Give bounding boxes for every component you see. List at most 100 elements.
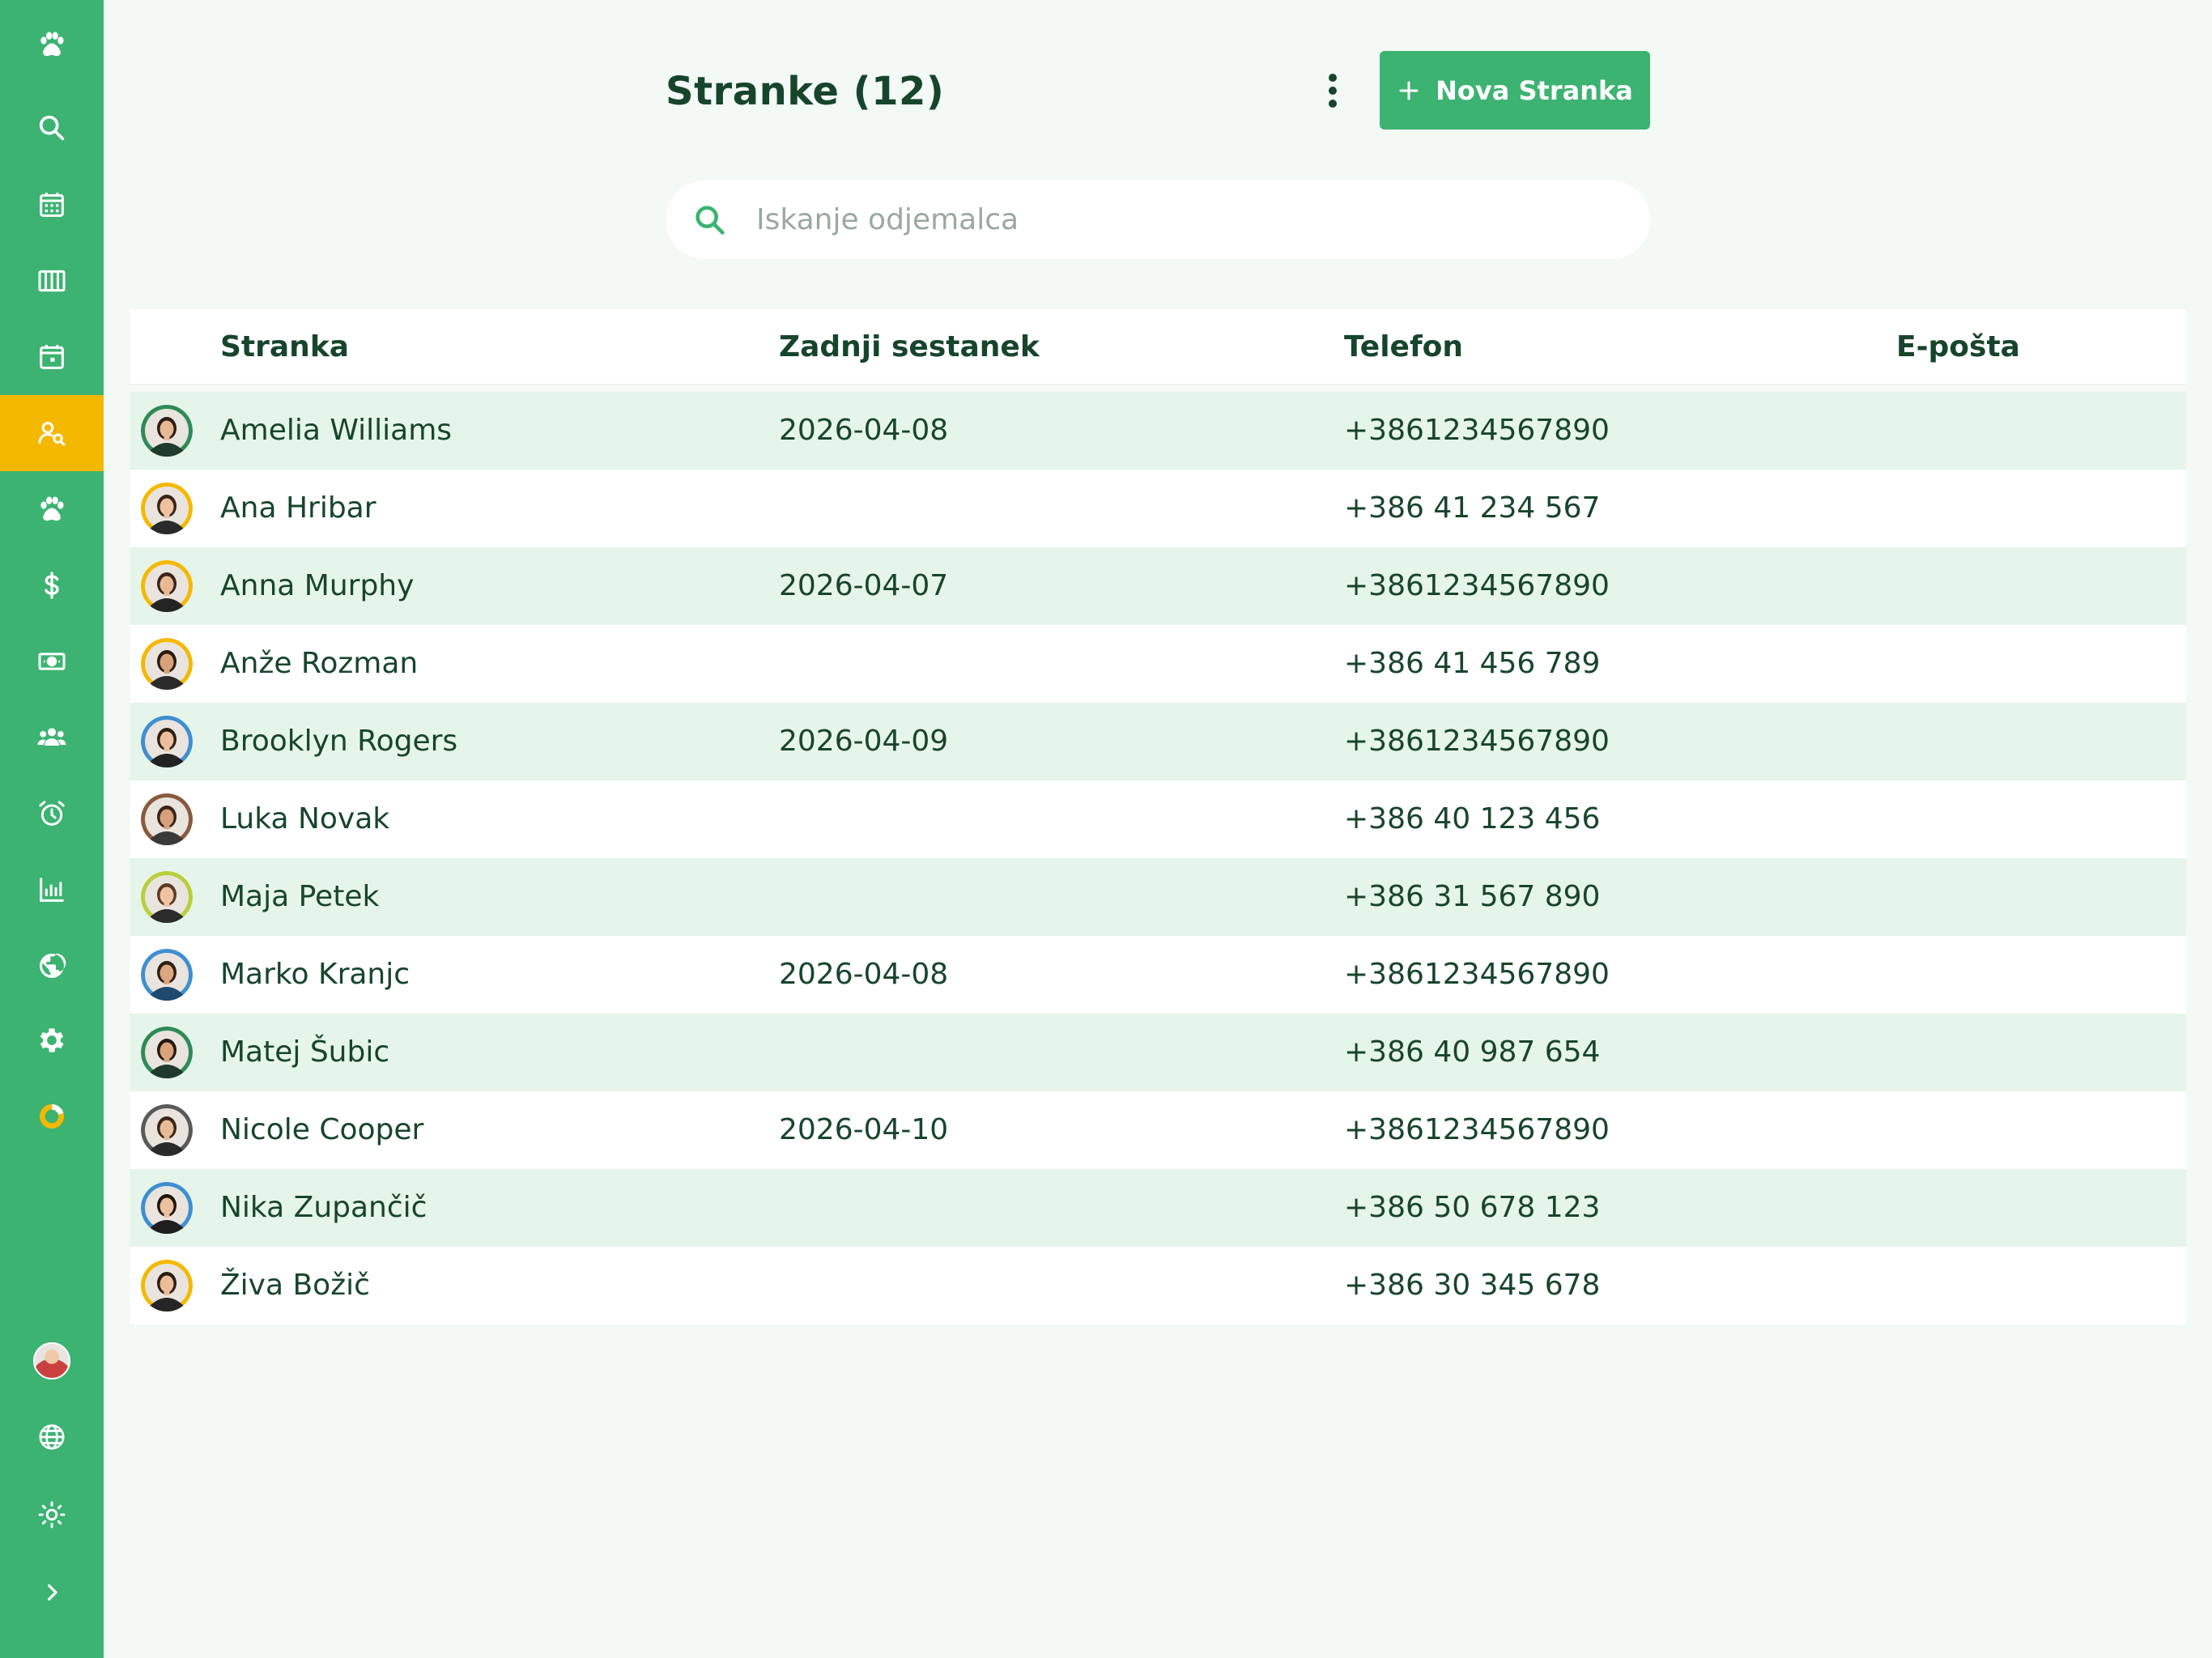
client-avatar: [141, 1027, 193, 1078]
kebab-menu-icon: [1329, 74, 1337, 108]
page-title: Stranke (12): [666, 69, 945, 114]
nav-clients[interactable]: [0, 395, 104, 471]
nav-reports[interactable]: [0, 852, 104, 928]
nav-team[interactable]: [0, 699, 104, 776]
client-avatar: [141, 560, 193, 612]
client-name[interactable]: Nicole Cooper: [220, 1091, 423, 1169]
search-bar: [666, 181, 1650, 259]
new-client-button[interactable]: Nova Stranka: [1380, 51, 1650, 130]
nav-calendar[interactable]: [0, 167, 104, 243]
more-options-button[interactable]: [1310, 68, 1355, 113]
client-avatar: [141, 949, 193, 1001]
client-avatar: [141, 483, 193, 534]
client-name[interactable]: Maja Petek: [220, 858, 379, 936]
table-row[interactable]: Anže Rozman +386 41 456 789: [130, 625, 2186, 703]
client-avatar: [141, 1104, 193, 1156]
table-body: Amelia Williams 2026-04-08 +3861234567890 A…: [130, 392, 2186, 1324]
search-input[interactable]: [756, 203, 1566, 236]
phone-number: +386 41 456 789: [1344, 647, 1601, 680]
phone-number: +386 30 345 678: [1344, 1269, 1601, 1302]
client-avatar: [141, 871, 193, 923]
table-header: Stranka Zadnji sestanek Telefon E-pošta: [130, 309, 2186, 385]
last-meeting-date: 2026-04-07: [779, 569, 949, 602]
column-header-last-meeting[interactable]: Zadnji sestanek: [779, 309, 1040, 385]
phone-number: +3861234567890: [1344, 569, 1610, 602]
table-row[interactable]: Matej Šubic +386 40 987 654: [130, 1014, 2186, 1091]
table-row[interactable]: Nicole Cooper 2026-04-10 +3861234567890: [130, 1091, 2186, 1169]
phone-number: +3861234567890: [1344, 1113, 1610, 1146]
table-row[interactable]: Brooklyn Rogers 2026-04-09 +3861234567890: [130, 703, 2186, 780]
nav-expand[interactable]: [0, 1554, 104, 1630]
calendar-day-icon: [40, 345, 64, 369]
client-name[interactable]: Brooklyn Rogers: [220, 703, 457, 780]
client-name[interactable]: Anže Rozman: [220, 625, 418, 703]
sun-icon: [38, 1501, 66, 1528]
client-name[interactable]: Nika Zupančič: [220, 1169, 427, 1247]
paw-icon: [40, 32, 64, 57]
client-search-icon: [38, 422, 66, 446]
table-row[interactable]: Živa Božič +386 30 345 678: [130, 1247, 2186, 1324]
globe-icon: [39, 953, 66, 978]
search-icon: [39, 115, 65, 141]
table-row[interactable]: Ana Hribar +386 41 234 567: [130, 470, 2186, 547]
nav-settings[interactable]: [0, 1002, 104, 1078]
nav-payments[interactable]: [0, 547, 104, 623]
phone-number: +386 41 234 567: [1344, 491, 1601, 525]
nav-board[interactable]: [0, 243, 104, 319]
main-content: Stranke (12) Nova Stranka Stranka Zadnji…: [104, 0, 2212, 1658]
clients-table: Stranka Zadnji sestanek Telefon E-pošta …: [130, 309, 2186, 1324]
phone-number: +386 40 123 456: [1344, 802, 1601, 835]
client-name[interactable]: Matej Šubic: [220, 1014, 389, 1091]
user-avatar: [33, 1342, 70, 1380]
table-row[interactable]: Nika Zupančič +386 50 678 123: [130, 1169, 2186, 1247]
client-name[interactable]: Ana Hribar: [220, 470, 376, 547]
columns-icon: [38, 270, 66, 292]
table-row[interactable]: Amelia Williams 2026-04-08 +3861234567890: [130, 392, 2186, 470]
phone-number: +386 40 987 654: [1344, 1035, 1601, 1069]
column-header-client[interactable]: Stranka: [220, 309, 349, 385]
nav-home[interactable]: [0, 6, 104, 83]
nav-web[interactable]: [0, 928, 104, 1004]
banknote-icon: [38, 653, 66, 670]
nav-usage[interactable]: [0, 1078, 104, 1154]
phone-number: +386 31 567 890: [1344, 880, 1601, 913]
nav-language[interactable]: [0, 1399, 104, 1475]
nav-cash[interactable]: [0, 623, 104, 699]
table-row[interactable]: Luka Novak +386 40 123 456: [130, 780, 2186, 858]
client-name[interactable]: Luka Novak: [220, 780, 389, 858]
plus-icon: [1399, 81, 1419, 100]
phone-number: +3861234567890: [1344, 414, 1610, 447]
nav-search[interactable]: [0, 90, 104, 166]
last-meeting-date: 2026-04-09: [779, 725, 949, 758]
dollar-icon: [45, 572, 59, 599]
last-meeting-date: 2026-04-08: [779, 958, 949, 991]
column-header-phone[interactable]: Telefon: [1344, 309, 1463, 385]
client-avatar: [141, 1182, 193, 1234]
users-icon: [37, 728, 66, 746]
nav-schedule[interactable]: [0, 319, 104, 395]
client-avatar: [141, 716, 193, 767]
new-client-label: Nova Stranka: [1436, 74, 1633, 106]
table-row[interactable]: Marko Kranjc 2026-04-08 +3861234567890: [130, 936, 2186, 1014]
nav-reminders[interactable]: [0, 776, 104, 852]
client-name[interactable]: Amelia Williams: [220, 392, 452, 470]
client-name[interactable]: Živa Božič: [220, 1247, 370, 1324]
column-header-email[interactable]: E-pošta: [1896, 309, 2020, 385]
chevron-right-icon: [48, 1584, 57, 1601]
phone-number: +386 50 678 123: [1344, 1191, 1601, 1224]
nav-pets[interactable]: [0, 471, 104, 547]
table-row[interactable]: Anna Murphy 2026-04-07 +3861234567890: [130, 547, 2186, 625]
chart-icon: [40, 878, 64, 902]
client-name[interactable]: Marko Kranjc: [220, 936, 410, 1014]
paw-icon: [40, 496, 64, 521]
last-meeting-date: 2026-04-10: [779, 1113, 949, 1146]
nav-profile[interactable]: [0, 1323, 104, 1399]
nav-theme[interactable]: [0, 1477, 104, 1553]
client-avatar: [141, 793, 193, 845]
client-avatar: [141, 638, 193, 690]
client-avatar: [141, 405, 193, 457]
alarm-icon: [39, 801, 65, 826]
client-name[interactable]: Anna Murphy: [220, 547, 414, 625]
language-icon: [39, 1424, 65, 1450]
table-row[interactable]: Maja Petek +386 31 567 890: [130, 858, 2186, 936]
